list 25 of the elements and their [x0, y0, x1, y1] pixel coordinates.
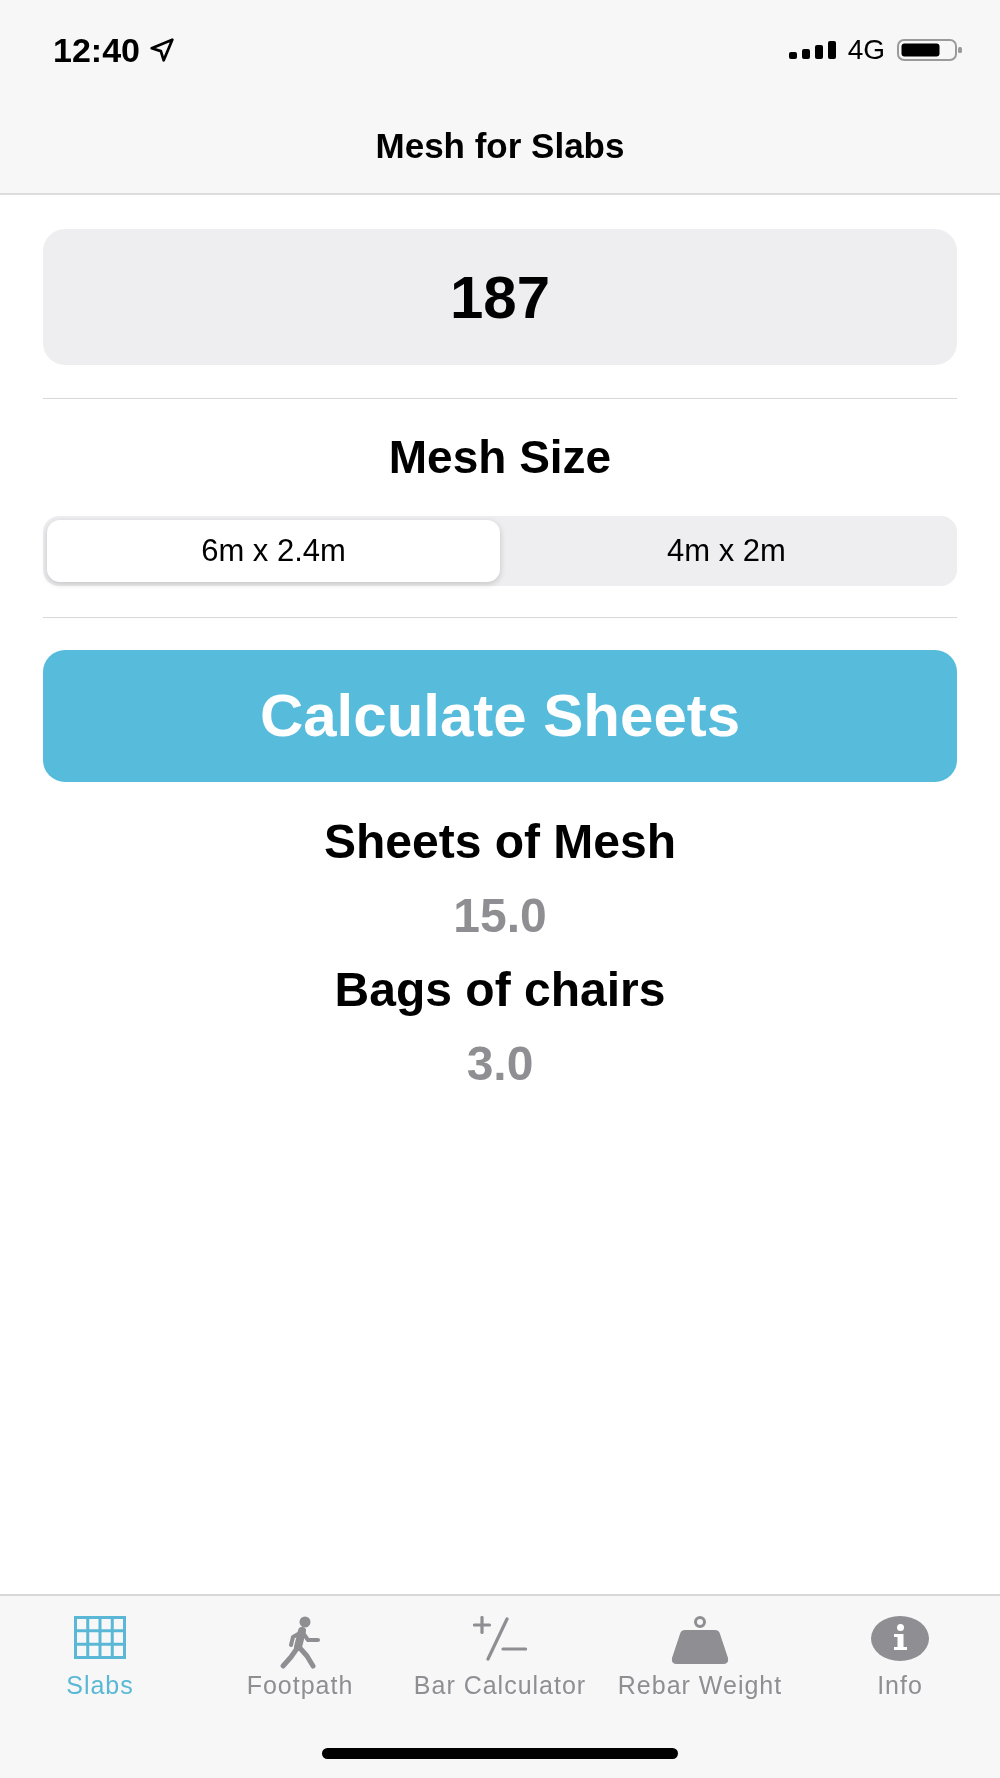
screen-title: Mesh for Slabs: [375, 125, 625, 168]
section-heading: Mesh Size: [387, 433, 613, 481]
weight-icon: [671, 1616, 729, 1664]
status-time: 12:40: [53, 33, 140, 67]
tab-item[interactable]: Info: [800, 1596, 1000, 1700]
signal-icon: [788, 41, 836, 59]
info-icon: [871, 1616, 929, 1661]
number-input-field[interactable]: 187: [43, 229, 957, 365]
segment-option[interactable]: 4m x 2m: [500, 520, 953, 582]
location-arrow-icon: [149, 38, 174, 62]
tab-item[interactable]: Slabs: [0, 1596, 200, 1700]
tab-item[interactable]: Rebar Weight: [600, 1596, 800, 1700]
tab-item[interactable]: Bar Calculator: [400, 1596, 600, 1700]
walking-person-icon: [278, 1616, 322, 1670]
plus-minus-icon: [473, 1616, 527, 1661]
result-label: Bags of chairs: [333, 966, 667, 1014]
network-label: 4G: [847, 36, 885, 64]
segment-option[interactable]: 6m x 2.4m: [47, 520, 500, 582]
calculate-button[interactable]: Calculate Sheets: [43, 650, 957, 782]
result-label: Sheets of Mesh: [322, 818, 678, 866]
tab-item[interactable]: Footpath: [200, 1596, 400, 1700]
result-value: 3.0: [465, 1040, 535, 1088]
grid-icon: [74, 1616, 126, 1659]
battery-icon: [897, 39, 963, 61]
result-value: 15.0: [452, 892, 548, 940]
